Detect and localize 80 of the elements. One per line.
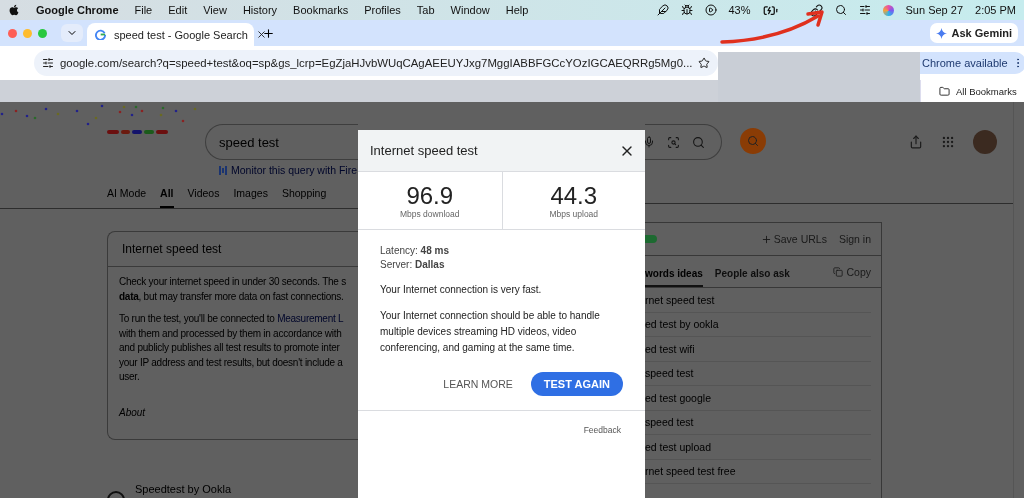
speed-value: 96.9 (406, 182, 454, 209)
menu-item[interactable]: History (242, 4, 278, 16)
battery-percent: 43% (728, 4, 751, 16)
search-icon[interactable] (834, 4, 847, 16)
sparkle-icon (936, 27, 948, 39)
bookmark-star-icon[interactable] (698, 57, 711, 69)
search-tab[interactable]: All (160, 183, 174, 208)
about-link[interactable]: About (119, 406, 146, 418)
speed-label: Mbps upload (549, 208, 599, 219)
keyword-item[interactable]: rnet speed test free (645, 459, 871, 484)
lens-icon[interactable] (667, 135, 680, 149)
apps-icon[interactable] (941, 135, 955, 149)
menu-item[interactable]: File (134, 4, 153, 16)
folder-icon (939, 85, 950, 97)
speed-label: Mbps download (399, 208, 460, 219)
menu-item[interactable]: Help (505, 4, 529, 16)
close-icon[interactable] (255, 29, 267, 40)
toggle-switch[interactable] (645, 235, 657, 243)
verdict-text: Your Internet connection is very fast. (380, 283, 543, 297)
search-tab[interactable]: Videos (187, 183, 220, 208)
all-bookmarks-link[interactable]: All Bookmarks (956, 85, 1017, 97)
copy-button[interactable]: Copy (833, 265, 871, 278)
keyword-item[interactable]: speed test (645, 361, 871, 386)
search-icon (747, 135, 759, 147)
tab-title: speed test - Google Search (114, 28, 248, 41)
panel-tab[interactable]: People also ask (714, 268, 790, 287)
keyword-item[interactable]: speed test (645, 410, 871, 435)
plus-icon (760, 233, 772, 245)
panel-tab[interactable]: words ideas (645, 268, 703, 287)
new-tab-button[interactable] (262, 26, 275, 40)
sign-in-button[interactable]: Sign in (838, 233, 871, 245)
search-tab[interactable]: Shopping (281, 183, 327, 208)
speed-value: 44.3 (550, 182, 598, 209)
feather-icon[interactable] (656, 4, 669, 16)
menu-date[interactable]: Sun Sep 27 (905, 4, 964, 16)
menu-time[interactable]: 2:05 PM (975, 4, 1016, 16)
menu-item[interactable]: Edit (168, 4, 188, 16)
search-tab[interactable]: Images (233, 183, 268, 208)
feedback-link[interactable]: Feedback (583, 425, 621, 435)
menu-item[interactable]: Tab (416, 4, 435, 16)
ask-gemini-button[interactable]: Ask Gemini (930, 23, 1018, 43)
menu-app-name[interactable]: Google Chrome (36, 4, 119, 16)
play-icon[interactable] (704, 4, 717, 16)
apple-icon[interactable] (8, 4, 20, 16)
copy-icon (833, 266, 844, 277)
tab-search-button[interactable] (61, 24, 83, 42)
keyword-item[interactable]: ed test google (645, 386, 871, 411)
description-text: Your Internet connection should be able to handle multiple devices streaming HD videos, video conferencing, and gaming at the same time. (380, 309, 601, 355)
mic-icon[interactable] (643, 136, 655, 148)
site-info-icon[interactable] (42, 57, 54, 69)
plus-icon (262, 26, 275, 40)
bug-icon[interactable] (680, 4, 693, 16)
google-g-icon (95, 29, 106, 40)
control-center-icon[interactable] (858, 4, 871, 16)
monitor-icon (219, 165, 227, 175)
result-title[interactable]: Speedtest by Ookla (135, 483, 231, 495)
server-text: Server: Dallas (380, 258, 446, 272)
menu-item[interactable]: Profiles (364, 4, 401, 16)
save-urls-button[interactable]: Save URLs (760, 233, 827, 245)
chrome-available-button[interactable]: Chrome available (920, 52, 1024, 74)
dialog-title: Internet speed test (370, 143, 478, 158)
share-icon[interactable] (909, 135, 923, 149)
menu-item[interactable]: Window (450, 4, 490, 16)
card-paragraph: Check your internet speed in under 30 seconds. The s data, but may transfer more data on fast connections. (119, 275, 347, 304)
learn-more-button[interactable]: LEARN MORE (443, 378, 513, 390)
keyword-item[interactable]: ed test upload (645, 435, 871, 460)
search-tab[interactable]: AI Mode (107, 183, 147, 208)
assistant-icon[interactable] (882, 4, 894, 16)
menu-item[interactable]: View (203, 4, 227, 16)
address-bar[interactable]: google.com/search?q=speed+test&oq=sp&gs_lcrp=EgZjaHJvbWUqCAgAEEUYJxg7MggIABBFGCcYOzIGCAEQRRg5Mg0... (34, 50, 719, 76)
keyword-item[interactable]: ed test by ookla (645, 312, 871, 337)
link-icon[interactable] (809, 3, 823, 17)
keyword-item[interactable]: rnet speed test (645, 288, 871, 313)
monitor-query-link[interactable]: Monitor this query with Fire (231, 164, 358, 176)
keyword-item[interactable]: ed test wifi (645, 337, 871, 362)
measurement-link[interactable]: Measurement L (277, 313, 344, 324)
latency-text: Latency: 48 ms (380, 244, 450, 258)
menu-item[interactable]: Bookmarks (293, 4, 349, 16)
card-paragraph: To run the test, you'll be connected to Measurement L with them and processed by them in accordance with and publicly publishes all test results to promote inter your IP address and test results, but doesn't include a user. (119, 312, 345, 384)
test-again-button[interactable]: TEST AGAIN (530, 372, 623, 396)
